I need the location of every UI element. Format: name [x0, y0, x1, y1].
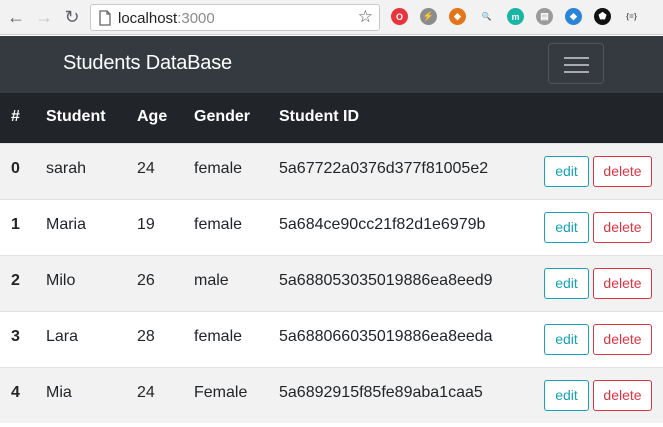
delete-button[interactable]: delete: [593, 268, 652, 299]
edit-button[interactable]: edit: [544, 324, 589, 355]
student-id: 5a688053035019886ea8eed9: [279, 272, 493, 289]
table-row: 0 sarah 24 female 5a67722a0376d377f81005…: [0, 143, 663, 199]
student-gender: male: [194, 272, 229, 289]
student-id: 5a6892915f85fe89aba1caa5: [279, 384, 483, 401]
reload-icon[interactable]: ↻: [61, 6, 83, 28]
row-index: 0: [11, 160, 20, 177]
table-row: 1 Maria 19 female 5a684ce90cc21f82d1e697…: [0, 199, 663, 255]
row-index: 2: [11, 272, 20, 289]
delete-button[interactable]: delete: [593, 380, 652, 411]
bolt-icon[interactable]: ⚡: [420, 8, 437, 25]
edit-button[interactable]: edit: [544, 212, 589, 243]
edit-button[interactable]: edit: [544, 156, 589, 187]
metamask-fox-icon[interactable]: ◆: [449, 8, 466, 25]
student-gender: female: [194, 328, 243, 345]
column-header-student-id: Student ID: [279, 108, 359, 125]
m-badge-icon[interactable]: m: [507, 8, 524, 25]
student-age: 24: [137, 160, 155, 177]
edit-button[interactable]: edit: [544, 268, 589, 299]
edit-button[interactable]: edit: [544, 380, 589, 411]
student-age: 24: [137, 384, 155, 401]
student-gender: female: [194, 216, 243, 233]
student-name: Milo: [46, 272, 76, 289]
student-gender: Female: [194, 384, 248, 401]
magnifier-icon[interactable]: 🔍: [478, 8, 495, 25]
hamburger-icon: [564, 57, 589, 59]
table-row: 3 Lara 28 female 5a688066035019886ea8eed…: [0, 311, 663, 367]
url-text[interactable]: localhost:3000: [118, 10, 215, 27]
delete-button[interactable]: delete: [593, 212, 652, 243]
student-id: 5a67722a0376d377f81005e2: [279, 160, 489, 177]
bookmark-stack-icon[interactable]: ▤: [536, 8, 553, 25]
back-arrow-icon[interactable]: ←: [5, 6, 27, 28]
address-bar[interactable]: localhost:3000 ☆: [90, 4, 380, 31]
navbar-toggler-button[interactable]: [548, 43, 604, 84]
student-id: 5a688066035019886ea8eeda: [279, 328, 493, 345]
column-header-index: #: [11, 108, 20, 125]
row-index: 3: [11, 328, 20, 345]
url-port: :3000: [177, 10, 215, 27]
json-braces-icon[interactable]: {=}: [623, 8, 640, 25]
student-age: 26: [137, 272, 155, 289]
delete-button[interactable]: delete: [593, 324, 652, 355]
column-header-student: Student: [46, 108, 106, 125]
student-age: 28: [137, 328, 155, 345]
student-name: Lara: [46, 328, 79, 345]
shield-icon[interactable]: ⬟: [594, 8, 611, 25]
browser-toolbar: ← → ↻ localhost:3000 ☆ O ⚡ ◆ 🔍 m ▤ ◆ ⬟ {=}: [0, 0, 663, 35]
url-host: localhost: [118, 10, 178, 27]
column-header-age: Age: [137, 108, 168, 125]
table-row: 2 Milo 26 male 5a688053035019886ea8eed9 …: [0, 255, 663, 311]
opera-icon[interactable]: O: [391, 8, 408, 25]
forward-arrow-icon[interactable]: →: [33, 6, 55, 28]
student-gender: female: [194, 160, 243, 177]
hamburger-icon: [564, 64, 589, 66]
page-info-icon[interactable]: [98, 10, 112, 26]
row-index: 4: [11, 384, 20, 401]
table-header: # Student Age Gender Student ID: [0, 93, 663, 143]
student-age: 19: [137, 216, 155, 233]
student-name: sarah: [46, 160, 87, 177]
hamburger-icon: [564, 71, 589, 73]
student-name: Maria: [46, 216, 87, 233]
delete-button[interactable]: delete: [593, 156, 652, 187]
table-row: 4 Mia 24 Female 5a6892915f85fe89aba1caa5…: [0, 367, 663, 423]
column-header-gender: Gender: [194, 108, 251, 125]
student-id: 5a684ce90cc21f82d1e6979b: [279, 216, 486, 233]
bookmark-star-icon[interactable]: ☆: [358, 7, 373, 27]
app-navbar: Students DataBase: [0, 36, 663, 93]
navbar-brand[interactable]: Students DataBase: [63, 52, 232, 75]
student-name: Mia: [46, 384, 72, 401]
row-index: 1: [11, 216, 20, 233]
ethereum-icon[interactable]: ◆: [565, 8, 582, 25]
